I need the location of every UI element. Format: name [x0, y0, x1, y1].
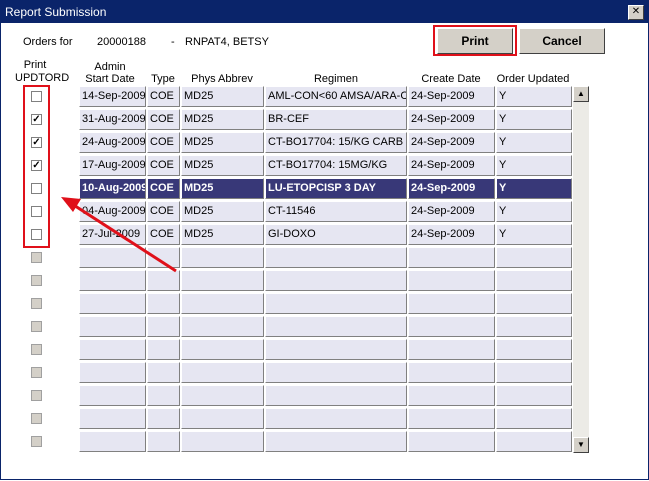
vertical-scrollbar[interactable]: ▲ ▼ [573, 86, 589, 453]
annotation-arrow [61, 197, 177, 273]
arrow-shaft [68, 200, 177, 273]
arrow-head [61, 197, 81, 212]
scroll-down-icon[interactable]: ▼ [573, 437, 589, 453]
scroll-up-icon[interactable]: ▲ [573, 86, 589, 102]
report-submission-window: Report Submission ✕ Orders for 20000188 … [0, 0, 649, 480]
